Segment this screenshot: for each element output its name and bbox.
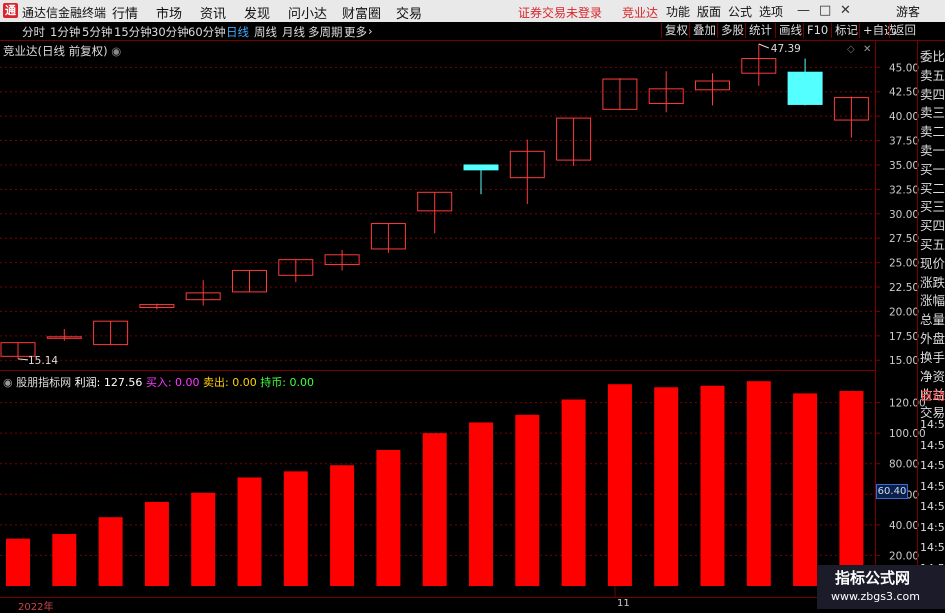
quote-side-panel[interactable]: 委比 卖五 卖四 卖三 卖二 卖一 买一 买二 买三 买四 买五 现价 涨跌 涨幅 总量 外盘 换手 净资 收益 自动…: [917, 40, 945, 600]
month-label: 11: [617, 598, 630, 609]
indicator-bar: [561, 399, 586, 586]
candle-down: [463, 164, 499, 171]
main-ytick-label: 22.50: [889, 282, 919, 294]
year-label: 2022年: [18, 602, 54, 613]
indicator-name: 股朋指标网: [16, 376, 72, 389]
stock-period-text: 竞业达(日线 前复权): [3, 44, 108, 58]
hold-value: 0.00: [289, 376, 314, 389]
side-panel-item[interactable]: 涨跌: [920, 272, 945, 291]
close-panel-icon[interactable]: ✕: [863, 44, 871, 55]
side-panel-item[interactable]: 换手: [920, 347, 945, 366]
sub-ytick-label: 80.00: [889, 459, 919, 471]
indicator-bar: [654, 387, 679, 586]
profit-label: 利润:: [74, 376, 101, 389]
side-panel-item[interactable]: 买一: [920, 159, 945, 178]
side-panel-item[interactable]: 14:56: [920, 500, 945, 513]
indicator-bar: [191, 492, 216, 586]
main-ytick-label: 25.00: [889, 258, 919, 270]
main-ytick-label: 32.50: [889, 184, 919, 196]
main-ytick-label: 37.50: [889, 136, 919, 148]
chart-canvas[interactable]: 15.00 17.50 20.00 22.50 25.00 27.50 30.00 32.50…: [0, 0, 945, 609]
indicator-bar: [330, 465, 355, 586]
indicator-bar: [839, 391, 864, 586]
side-panel-item[interactable]: 14:56: [920, 459, 945, 472]
watermark-url: www.zbgs3.com: [831, 590, 920, 603]
sell-label: 卖出:: [203, 376, 229, 389]
indicator-bar: [515, 414, 540, 586]
side-panel-item[interactable]: 总量: [920, 309, 945, 328]
side-panel-item[interactable]: 14:56: [920, 541, 945, 554]
side-panel-item[interactable]: 14:56: [920, 439, 945, 452]
time-axis-bar: [0, 597, 945, 610]
side-panel-item[interactable]: 14:56: [920, 480, 945, 493]
indicator-bar: [237, 477, 262, 586]
buy-label: 买入:: [145, 376, 172, 389]
side-panel-item[interactable]: 买二: [920, 178, 945, 197]
sub-ytick-label: 20.00: [889, 550, 919, 562]
main-ytick-label: 45.00: [889, 62, 919, 74]
diamond-icon[interactable]: ◇: [847, 44, 855, 55]
main-ytick-label: 27.50: [889, 233, 919, 245]
side-panel-item[interactable]: 卖二: [920, 121, 945, 140]
hold-label: 持币:: [260, 376, 286, 389]
buy-value: 0.00: [175, 376, 200, 389]
high-price-label: 47.39: [771, 43, 801, 55]
indicator-bar: [376, 449, 401, 586]
stock-period-label: 竞业达(日线 前复权) ◉: [3, 43, 121, 59]
indicator-bar: [144, 501, 169, 586]
watermark-logo: 指标公式网 www.zbgs3.com: [817, 565, 945, 609]
indicator-bar: [746, 381, 771, 586]
low-pointer-line: [17, 358, 29, 361]
indicator-bar: [6, 538, 30, 586]
side-panel-item[interactable]: 卖三: [920, 102, 945, 121]
high-pointer-line: [758, 43, 769, 49]
candle-down: [787, 71, 823, 105]
cursor-value-box: 60.40: [876, 484, 908, 499]
indicator-bar: [607, 384, 632, 586]
settings-circle-icon[interactable]: ◉: [111, 44, 121, 58]
sell-value: 0.00: [232, 376, 257, 389]
indicator-bar: [700, 385, 725, 586]
side-panel-item[interactable]: 现价: [920, 253, 945, 272]
side-panel-item[interactable]: 外盘: [920, 328, 945, 347]
side-panel-item[interactable]: 卖一: [920, 140, 945, 159]
main-ytick-label: 40.00: [889, 111, 919, 123]
side-panel-item[interactable]: 买五: [920, 234, 945, 253]
sub-ytick-label: 40.00: [889, 520, 919, 532]
side-panel-item[interactable]: 买三: [920, 196, 945, 215]
main-ytick-label: 30.00: [889, 209, 919, 221]
side-panel-item[interactable]: 涨幅: [920, 290, 945, 309]
indicator-bar: [52, 534, 77, 586]
legend-circle-icon[interactable]: ◉: [3, 376, 13, 389]
watermark-title: 指标公式网: [835, 569, 911, 587]
main-ytick-label: 15.00: [889, 355, 919, 367]
indicator-bar: [283, 471, 308, 586]
side-panel-item[interactable]: 净资: [920, 366, 945, 385]
main-ytick-label: 35.00: [889, 160, 919, 172]
side-panel-item[interactable]: 卖五: [920, 65, 945, 84]
side-panel-item[interactable]: 14:56: [920, 418, 945, 431]
indicator-legend: ◉ 股朋指标网 利润: 127.56 买入: 0.00 卖出: 0.00 持币:…: [3, 374, 314, 390]
main-ytick-label: 17.50: [889, 331, 919, 343]
main-ytick-label: 20.00: [889, 306, 919, 318]
indicator-bar: [422, 433, 447, 586]
indicator-bar: [469, 422, 493, 586]
profit-value: 127.56: [103, 376, 143, 389]
side-panel-item[interactable]: 买四: [920, 215, 945, 234]
side-panel-item[interactable]: 14:56: [920, 521, 945, 534]
main-ytick-label: 42.50: [889, 87, 919, 99]
side-panel-item[interactable]: 委比: [920, 46, 945, 65]
side-panel-item[interactable]: 卖四: [920, 84, 945, 103]
indicator-bar: [793, 393, 818, 586]
indicator-bar: [98, 517, 123, 586]
low-price-label: 15.14: [28, 355, 58, 367]
